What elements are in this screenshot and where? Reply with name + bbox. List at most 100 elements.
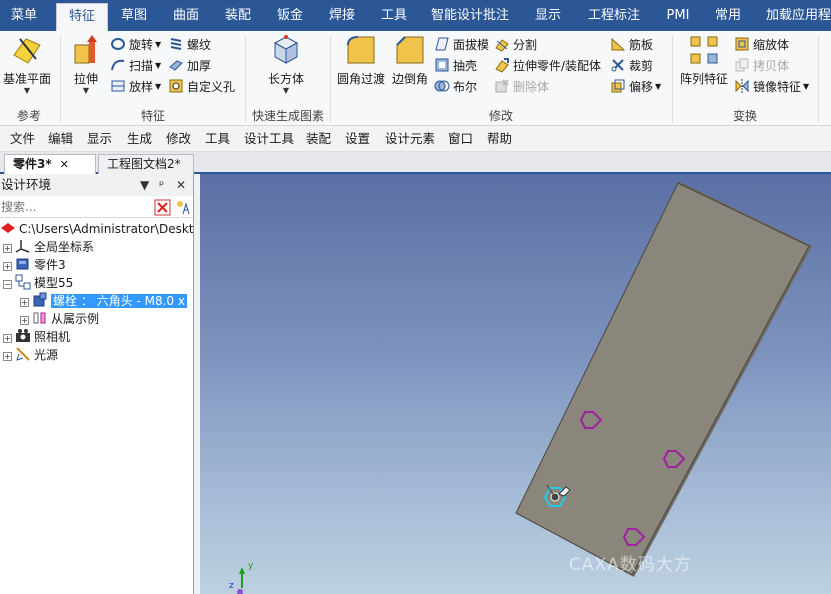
sweep-button[interactable]: 扫描 ▼ xyxy=(110,56,161,76)
tab-surface[interactable]: 曲面 xyxy=(164,0,208,31)
menu-settings[interactable]: 设置 xyxy=(345,126,370,152)
tab-tools[interactable]: 工具 xyxy=(372,0,416,31)
dropdown-arrow-icon: ▼ xyxy=(155,82,162,91)
group-divider xyxy=(330,35,331,123)
search-row xyxy=(0,196,193,218)
tab-addins[interactable]: 加载应用程 xyxy=(760,0,831,31)
mirror-feature-button[interactable]: 镜像特征 ▼ xyxy=(734,77,809,97)
close-icon[interactable]: ✕ xyxy=(176,174,186,196)
rib-button[interactable]: 筋板 xyxy=(610,35,653,55)
dropdown-arrow-icon: ▼ xyxy=(23,86,31,95)
pattern-button[interactable]: 阵列特征 xyxy=(676,33,732,87)
tab-menu[interactable]: 菜单 xyxy=(0,0,48,31)
tab-dimensioning[interactable]: 工程标注 xyxy=(582,0,646,31)
search-input[interactable] xyxy=(0,198,150,216)
plate-face[interactable] xyxy=(515,182,810,576)
draft-button[interactable]: 面拔模 xyxy=(434,35,489,55)
menu-display[interactable]: 显示 xyxy=(87,126,112,152)
expand-icon[interactable]: + xyxy=(3,262,12,271)
tree-node-dependent-instance[interactable]: + 从属示例 xyxy=(20,310,99,328)
cube-icon xyxy=(273,35,299,64)
tree-node-camera[interactable]: + 照相机 xyxy=(3,328,70,346)
group-label-reference: 参考 xyxy=(16,109,41,123)
revolve-button[interactable]: 旋转 ▼ xyxy=(110,35,161,55)
menu-file[interactable]: 文件 xyxy=(10,126,35,152)
3d-viewport[interactable]: y z xyxy=(200,174,831,594)
menu-help[interactable]: 帮助 xyxy=(487,126,512,152)
plane-icon xyxy=(13,38,41,64)
custom-hole-button[interactable]: 自定义孔 xyxy=(168,77,235,97)
ref-plane-button[interactable]: 基准平面 ▼ xyxy=(0,33,54,95)
doc-tab-part3[interactable]: 零件3* ✕ xyxy=(4,154,96,174)
stretch-button[interactable]: 拉伸零件/装配体 xyxy=(494,56,601,76)
clear-search-icon[interactable] xyxy=(154,199,171,216)
thread-button[interactable]: 螺纹 xyxy=(168,35,211,55)
tab-sketch[interactable]: 草图 xyxy=(112,0,156,31)
tab-sheetmetal[interactable]: 钣金 xyxy=(268,0,312,31)
menu-design-tools[interactable]: 设计工具 xyxy=(244,126,294,152)
box-button[interactable]: 长方体 ▼ xyxy=(258,33,314,95)
close-icon[interactable]: ✕ xyxy=(60,158,69,171)
tree-node-light[interactable]: + 光源 xyxy=(3,346,58,364)
light-icon xyxy=(16,347,30,361)
scale-icon xyxy=(735,37,749,51)
thicken-icon xyxy=(169,60,183,71)
expand-icon[interactable]: + xyxy=(3,352,12,361)
bolt-icon xyxy=(33,292,47,307)
ribbon-tab-bar: 菜单 特征 草图 曲面 装配 钣金 焊接 工具 智能设计批注 显示 工程标注 P… xyxy=(0,0,831,31)
axes-icon xyxy=(15,240,30,253)
menu-design-elements[interactable]: 设计元素 xyxy=(385,126,435,152)
fillet-button[interactable]: 圆角过渡 xyxy=(334,33,388,87)
split-button[interactable]: 分割 xyxy=(494,35,537,55)
expand-icon[interactable]: + xyxy=(3,244,12,253)
tree-node-bolt[interactable]: + 螺栓 ： 六角头 - M8.0 x xyxy=(20,292,187,310)
menu-tools[interactable]: 工具 xyxy=(205,126,230,152)
instance-icon xyxy=(33,312,46,324)
tree-node-model55[interactable]: − 模型55 xyxy=(3,274,73,292)
ribbon-panel: 基准平面 ▼ 参考 拉伸 ▼ 旋转 ▼ 扫描 ▼ 放样 ▼ 螺纹 加厚 自定义孔 特征… xyxy=(0,31,831,126)
thicken-button[interactable]: 加厚 xyxy=(168,56,211,76)
dropdown-arrow-icon: ▼ xyxy=(803,82,810,91)
shell-button[interactable]: 抽壳 xyxy=(434,56,477,76)
extrude-icon xyxy=(74,35,97,64)
menu-generate[interactable]: 生成 xyxy=(127,126,152,152)
tree-node-global-coords[interactable]: + 全局坐标系 xyxy=(3,238,94,256)
boolean-button[interactable]: 布尔 xyxy=(434,77,477,97)
menu-window[interactable]: 窗口 xyxy=(448,126,473,152)
trim-button[interactable]: 裁剪 xyxy=(610,56,653,76)
offset-button[interactable]: 偏移 ▼ xyxy=(610,77,661,97)
tab-feature[interactable]: 特征 xyxy=(56,3,108,31)
dropdown-arrow-icon[interactable]: ▼ xyxy=(140,174,149,196)
expand-icon[interactable]: + xyxy=(20,298,29,307)
scale-body-button[interactable]: 缩放体 xyxy=(734,35,789,55)
menu-assembly[interactable]: 装配 xyxy=(306,126,331,152)
shell-icon xyxy=(435,58,449,72)
split-icon xyxy=(495,39,509,52)
doc-tab-drawing2[interactable]: 工程图文档2* xyxy=(98,154,194,174)
group-divider xyxy=(60,35,61,123)
delete-body-button[interactable]: 删除体 xyxy=(494,77,549,97)
pin-icon[interactable]: ᵖ xyxy=(159,174,164,196)
chamfer-button[interactable]: 边倒角 xyxy=(388,33,432,87)
tab-pmi[interactable]: PMI xyxy=(658,0,698,31)
tree-node-root[interactable]: C:\Users\Administrator\Deskt xyxy=(0,220,194,238)
tab-assembly[interactable]: 装配 xyxy=(216,0,260,31)
tab-smart-annotation[interactable]: 智能设计批注 xyxy=(424,0,516,31)
expand-icon[interactable]: + xyxy=(3,334,12,343)
tab-common[interactable]: 常用 xyxy=(706,0,750,31)
tab-display[interactable]: 显示 xyxy=(526,0,570,31)
tree-node-part3[interactable]: + 零件3 xyxy=(3,256,66,274)
root-icon xyxy=(1,223,15,233)
part-icon xyxy=(16,258,29,270)
copy-body-button[interactable]: 拷贝体 xyxy=(734,56,789,76)
menu-modify[interactable]: 修改 xyxy=(166,126,191,152)
collapse-icon[interactable]: − xyxy=(3,280,12,289)
expand-icon[interactable]: + xyxy=(20,316,29,325)
loft-button[interactable]: 放样 ▼ xyxy=(110,77,161,97)
copy-icon xyxy=(735,58,749,72)
tab-welding[interactable]: 焊接 xyxy=(320,0,364,31)
extrude-button[interactable]: 拉伸 ▼ xyxy=(64,33,108,95)
menu-edit[interactable]: 编辑 xyxy=(48,126,73,152)
filter-icon[interactable] xyxy=(174,198,192,216)
mirror-icon xyxy=(735,79,749,93)
